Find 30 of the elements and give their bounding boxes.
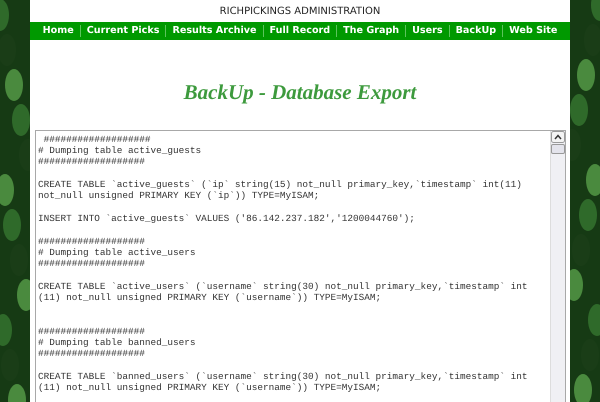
- code-line: CREATE TABLE `active_guests` (`ip` string(15) not_null primary_key,`timestamp` int(11): [38, 179, 523, 190]
- nav-link[interactable]: Home: [36, 25, 80, 37]
- code-line: INSERT INTO `active_guests` VALUES ('86.142.237.182','1200044760');: [38, 213, 416, 224]
- code-line: not_null unsigned PRIMARY KEY (`ip`)) TYPE=MyISAM;: [38, 190, 320, 201]
- code-line: ###################: [38, 156, 146, 167]
- nav-link[interactable]: BackUp: [448, 25, 502, 37]
- scrollbar[interactable]: [550, 131, 565, 402]
- nav-link[interactable]: Users: [405, 25, 449, 37]
- code-line: ###################: [38, 236, 146, 247]
- code-line: # Dumping table active_guests: [38, 145, 202, 156]
- nav-link[interactable]: Full Record: [262, 25, 336, 37]
- code-line: ###################: [38, 258, 146, 269]
- site-title: RICHPICKINGS ADMINISTRATION: [218, 5, 382, 19]
- nav-link[interactable]: Web Site: [502, 25, 564, 37]
- code-line: (11) not_null unsigned PRIMARY KEY (`username`)) TYPE=MyISAM;: [38, 382, 382, 393]
- nav-link[interactable]: Current Picks: [80, 25, 166, 37]
- code-line: ###################: [38, 326, 146, 337]
- page-heading: BackUp - Database Export: [182, 80, 418, 105]
- export-text-area[interactable]: [35, 130, 566, 402]
- code-line: ###################: [42, 134, 152, 145]
- scroll-thumb[interactable]: [551, 144, 565, 154]
- code-line: (11) not_null unsigned PRIMARY KEY (`username`)) TYPE=MyISAM;: [38, 292, 382, 303]
- nav-link[interactable]: Results Archive: [165, 25, 263, 37]
- code-line: CREATE TABLE `active_users` (`username` string(30) not_null primary_key,`timestamp` int: [38, 281, 528, 292]
- code-line: CREATE TABLE `banned_users` (`username` string(30) not_null primary_key,`timestamp` int: [38, 371, 528, 382]
- nav-link[interactable]: The Graph: [336, 25, 406, 37]
- code-line: # Dumping table active_users: [38, 247, 197, 258]
- scroll-up-icon[interactable]: [551, 131, 565, 143]
- code-line: # Dumping table banned_users: [38, 337, 197, 348]
- code-line: ###################: [38, 348, 146, 359]
